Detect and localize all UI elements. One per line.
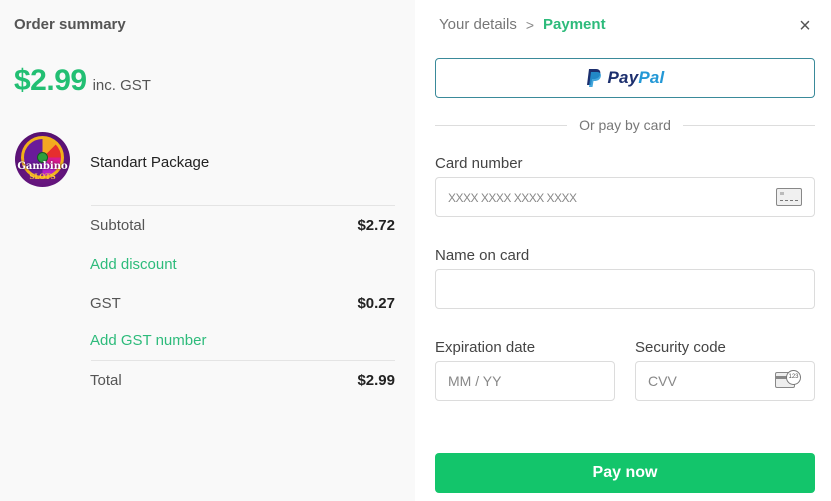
breadcrumb-payment: Payment [543, 16, 606, 33]
product-logo: Gambino SLOTS [15, 132, 70, 187]
or-pay-by-card-text: Or pay by card [579, 117, 671, 133]
total-value: $2.99 [357, 372, 395, 389]
or-separator: Or pay by card [435, 117, 815, 135]
order-summary-title: Order summary [14, 16, 126, 33]
logo-text-gambino: Gambino [17, 161, 68, 172]
paypal-wordmark: PayPal [607, 68, 665, 87]
name-on-card-input[interactable] [435, 269, 815, 309]
paypal-logo: PayPal [586, 68, 665, 88]
close-icon[interactable]: × [797, 16, 813, 36]
payment-panel: Your details > Payment × PayPal Or pay b… [415, 0, 831, 501]
cvv-card-icon: 123 [775, 370, 803, 390]
logo-text-slots: SLOTS [29, 172, 56, 181]
gst-row: GST $0.27 [90, 295, 395, 312]
price-row: $2.99 inc. GST [14, 64, 151, 98]
add-discount-link[interactable]: Add discount [90, 256, 177, 273]
gst-value: $0.27 [357, 295, 395, 312]
product-name: Standart Package [90, 154, 210, 171]
security-code-label: Security code [635, 339, 726, 356]
card-number-label: Card number [435, 155, 523, 172]
subtotal-value: $2.72 [357, 217, 395, 234]
name-on-card-label: Name on card [435, 247, 530, 264]
paypal-button[interactable]: PayPal [435, 58, 815, 98]
price-suffix: inc. GST [92, 77, 151, 94]
order-summary-panel: Order summary $2.99 inc. GST Gambino SLO… [0, 0, 415, 501]
breadcrumb-separator-icon: > [525, 16, 535, 33]
breadcrumb-your-details[interactable]: Your details [439, 16, 517, 33]
expiration-date-label: Expiration date [435, 339, 536, 356]
subtotal-label: Subtotal [90, 217, 146, 234]
card-number-input[interactable] [435, 177, 815, 217]
expiration-date-input[interactable] [435, 361, 615, 401]
gst-label: GST [90, 295, 121, 312]
add-gst-number-link[interactable]: Add GST number [90, 332, 206, 349]
breadcrumb: Your details > Payment [439, 16, 606, 33]
subtotal-row: Subtotal $2.72 [90, 217, 395, 234]
total-price: $2.99 [14, 64, 87, 97]
total-label: Total [90, 372, 122, 389]
divider [91, 360, 395, 361]
total-row: Total $2.99 [90, 372, 395, 389]
pay-now-button[interactable]: Pay now [435, 453, 815, 493]
paypal-icon [586, 69, 601, 87]
credit-card-icon [776, 188, 802, 206]
divider [91, 205, 395, 206]
